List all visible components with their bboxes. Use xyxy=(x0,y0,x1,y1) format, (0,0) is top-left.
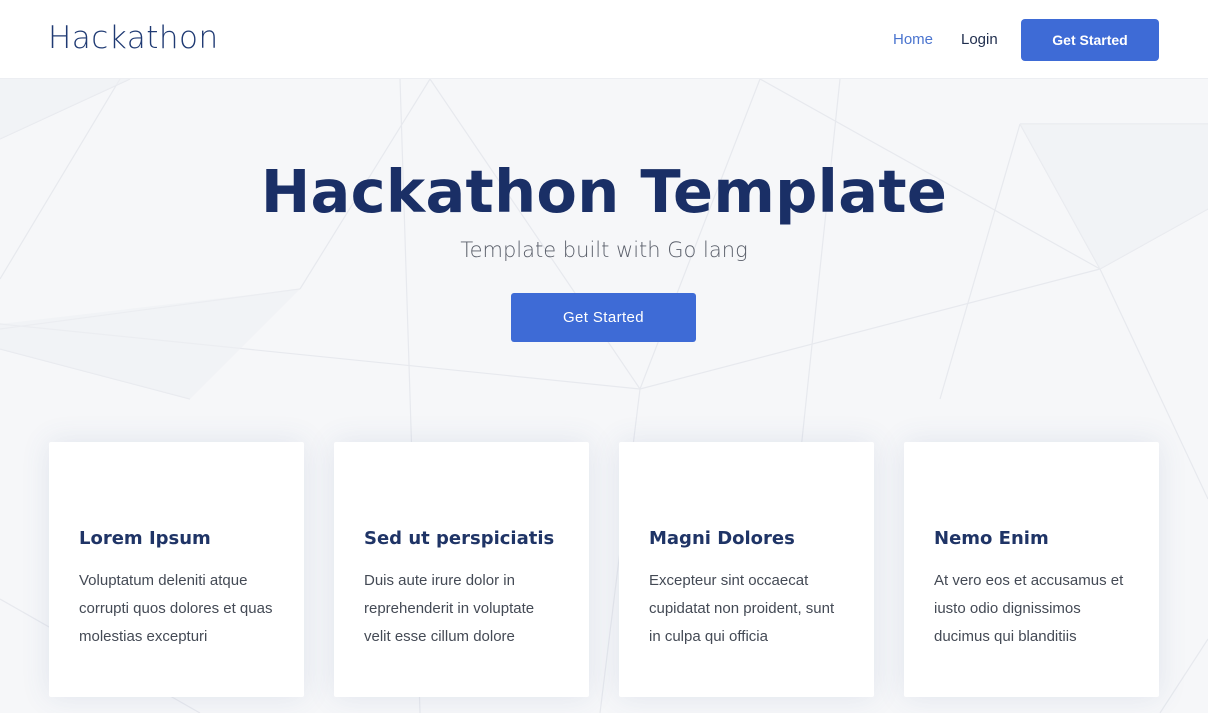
header-get-started-button[interactable]: Get Started xyxy=(1021,19,1159,61)
feature-card-text: Excepteur sint occaecat cupidatat non pr… xyxy=(649,572,835,645)
feature-card: Nemo Enim At vero eos et accusamus et iu… xyxy=(904,442,1159,697)
hero-section: Hackathon Template Template built with G… xyxy=(0,79,1208,713)
feature-card-text: At vero eos et accusamus et iusto odio d… xyxy=(934,572,1124,645)
nav-login-link[interactable]: Login xyxy=(961,31,998,48)
feature-card-text: Duis aute irure dolor in reprehenderit i… xyxy=(364,572,535,645)
feature-card: Lorem Ipsum Voluptatum deleniti atque co… xyxy=(49,442,304,697)
feature-card-text: Voluptatum deleniti atque corrupti quos … xyxy=(79,572,273,645)
site-logo[interactable]: Hackathon xyxy=(48,20,219,56)
hero-get-started-button[interactable]: Get Started xyxy=(511,293,696,342)
feature-card-title[interactable]: Nemo Enim xyxy=(934,528,1049,549)
feature-card: Sed ut perspiciatis Duis aute irure dolo… xyxy=(334,442,589,697)
site-header: Hackathon Home Login Get Started xyxy=(0,0,1208,79)
hero-subtitle: Template built with Go lang xyxy=(460,238,748,262)
feature-card-title[interactable]: Lorem Ipsum xyxy=(79,528,211,549)
nav-home-link[interactable]: Home xyxy=(893,31,933,48)
feature-card: Magni Dolores Excepteur sint occaecat cu… xyxy=(619,442,874,697)
feature-card-title[interactable]: Sed ut perspiciatis xyxy=(364,528,554,549)
hero-title: Hackathon Template xyxy=(260,157,948,226)
feature-card-title[interactable]: Magni Dolores xyxy=(649,528,795,549)
